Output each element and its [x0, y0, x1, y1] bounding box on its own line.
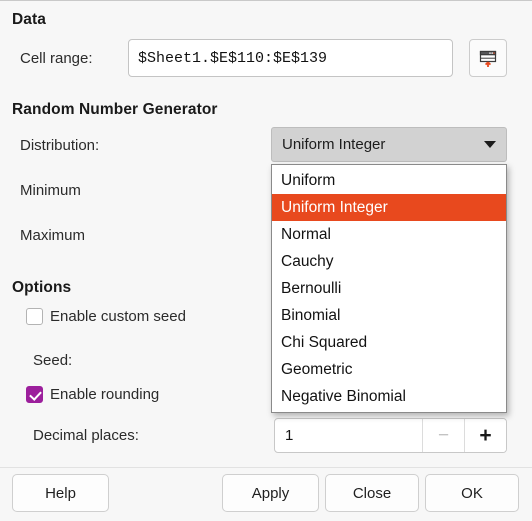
- enable-rounding-checkbox[interactable]: Enable rounding: [26, 386, 159, 403]
- select-range-icon: [479, 50, 497, 67]
- dropdown-item[interactable]: Negative Binomial: [272, 383, 506, 410]
- apply-button[interactable]: Apply: [222, 474, 319, 512]
- dropdown-item[interactable]: Binomial: [272, 302, 506, 329]
- minimum-label: Minimum: [20, 182, 81, 199]
- random-number-generator-dialog: Data Cell range: $Sheet1.$E$110:$E$139 R…: [0, 0, 532, 521]
- cell-range-shrink-button[interactable]: [469, 39, 507, 77]
- dropdown-item[interactable]: Uniform: [272, 167, 506, 194]
- checkbox-box-checked: [26, 386, 43, 403]
- distribution-label: Distribution:: [20, 137, 100, 154]
- dropdown-item[interactable]: Normal: [272, 221, 506, 248]
- help-button[interactable]: Help: [12, 474, 109, 512]
- chevron-down-icon: [484, 141, 496, 148]
- ok-button[interactable]: OK: [425, 474, 519, 512]
- dropdown-item[interactable]: Uniform Integer: [272, 194, 506, 221]
- decrement-button[interactable]: −: [422, 419, 464, 452]
- generator-section-title: Random Number Generator: [12, 101, 218, 118]
- seed-label: Seed:: [33, 352, 73, 369]
- dropdown-item[interactable]: Bernoulli: [272, 275, 506, 302]
- close-button[interactable]: Close: [325, 474, 419, 512]
- dropdown-item[interactable]: Geometric: [272, 356, 506, 383]
- distribution-dropdown-list[interactable]: Uniform Uniform Integer Normal Cauchy Bernou…: [271, 164, 507, 413]
- distribution-combobox[interactable]: Uniform Integer: [271, 127, 507, 162]
- decimal-places-value[interactable]: 1: [275, 419, 422, 452]
- dropdown-item[interactable]: Cauchy: [272, 248, 506, 275]
- cell-range-label: Cell range:: [20, 50, 93, 67]
- distribution-selected-value: Uniform Integer: [282, 136, 386, 153]
- dropdown-item[interactable]: Chi Squared: [272, 329, 506, 356]
- checkbox-box: [26, 308, 43, 325]
- decimal-places-stepper[interactable]: 1 − +: [274, 418, 507, 453]
- cell-range-input[interactable]: $Sheet1.$E$110:$E$139: [128, 39, 453, 77]
- data-section-title: Data: [12, 11, 46, 28]
- increment-button[interactable]: +: [464, 419, 506, 452]
- enable-custom-seed-label: Enable custom seed: [50, 308, 186, 325]
- options-section-title: Options: [12, 279, 72, 296]
- decimal-places-label: Decimal places:: [33, 427, 139, 444]
- enable-rounding-label: Enable rounding: [50, 386, 160, 403]
- enable-custom-seed-checkbox[interactable]: Enable custom seed: [26, 308, 186, 325]
- button-bar-separator: [0, 467, 532, 468]
- maximum-label: Maximum: [20, 227, 86, 244]
